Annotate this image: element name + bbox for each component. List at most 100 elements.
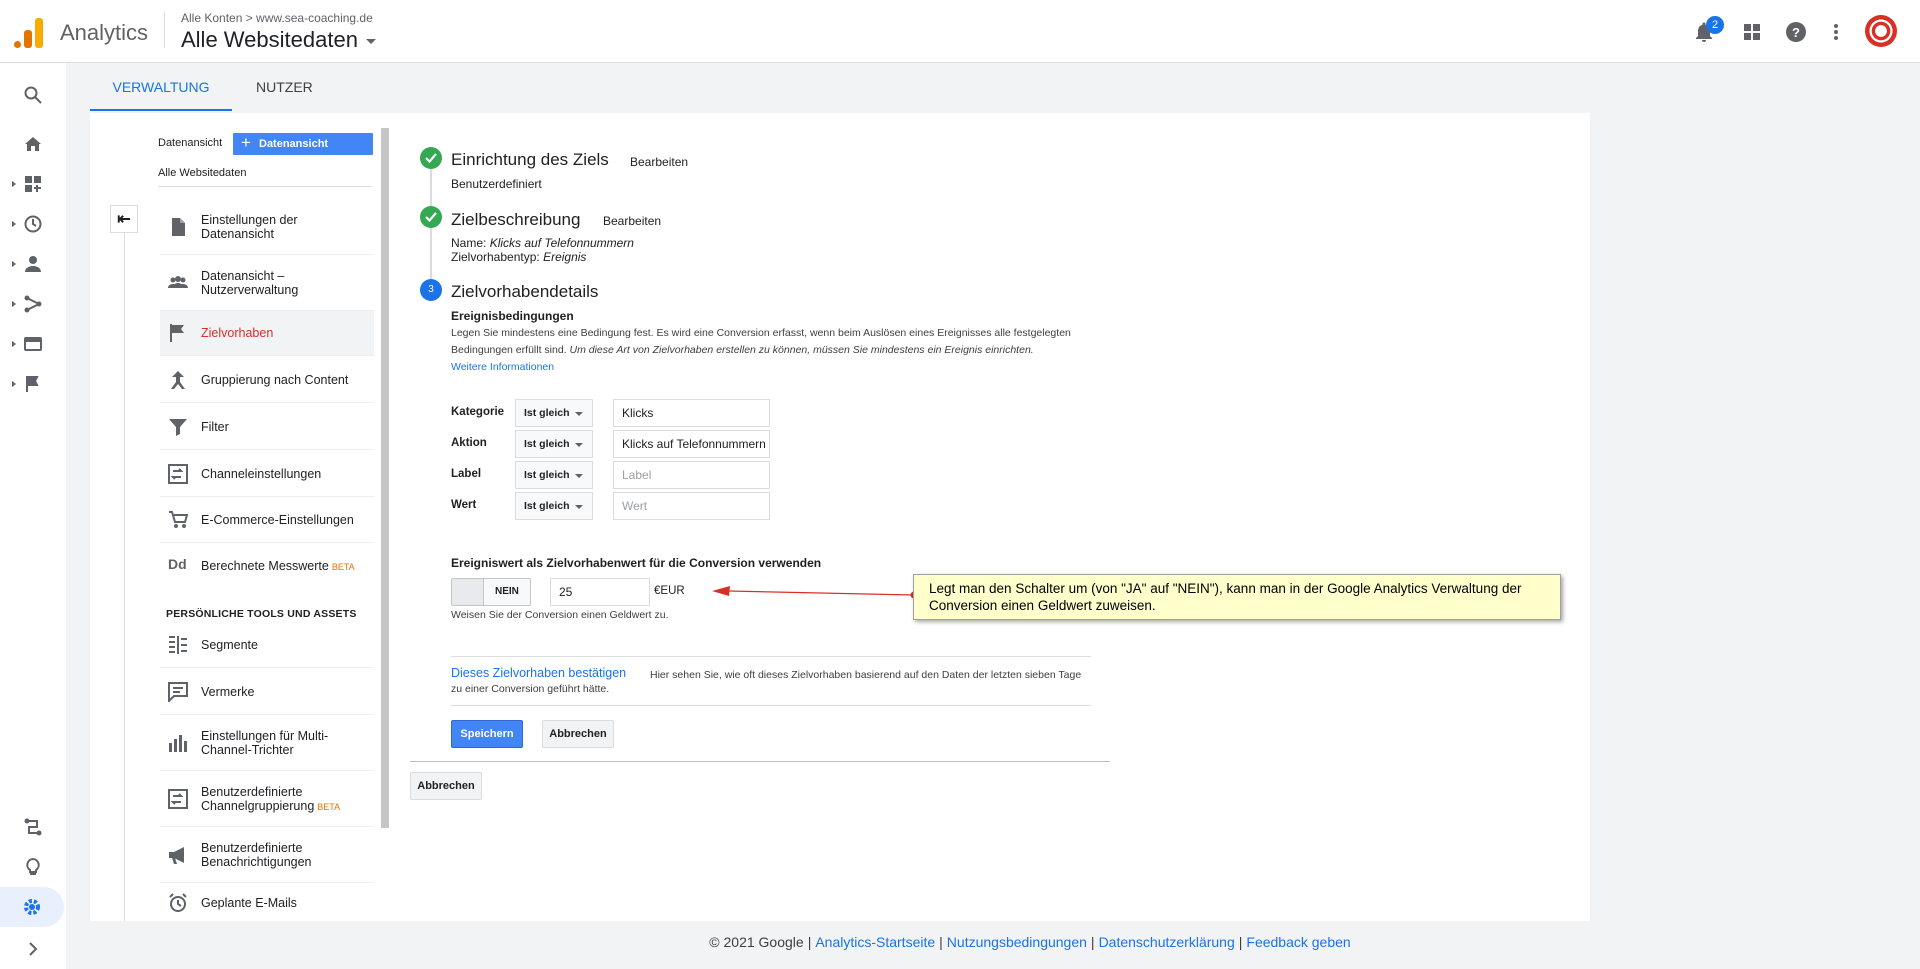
expand-caret-icon — [12, 341, 16, 347]
nav-item-label: Geplante E-Mails — [201, 896, 297, 910]
view-selector[interactable]: Alle Websitedaten — [158, 167, 246, 179]
apps-grid-icon[interactable] — [1738, 18, 1766, 46]
tab-nutzer[interactable]: NUTZER — [256, 64, 313, 111]
event-value-toggle[interactable]: NEIN — [451, 578, 531, 606]
nav-item-label: E-Commerce-Einstellungen — [201, 513, 354, 527]
nav-item-custom-channel-grouping[interactable]: Benutzerdefinierte Channelgruppierung BET… — [160, 771, 374, 827]
rail-admin[interactable] — [0, 887, 64, 927]
nav-item-label: Channeleinstellungen — [201, 467, 322, 481]
more-info-link[interactable]: Weitere Informationen — [451, 361, 554, 373]
label-input[interactable]: Label — [613, 461, 770, 489]
app-name[interactable]: Analytics — [60, 20, 148, 46]
step-goal-details-title: Zielvorhabendetails — [451, 282, 599, 301]
nav-item-label: Datenansicht – Nutzerverwaltung — [201, 269, 299, 297]
nav-item-label: Filter — [201, 420, 229, 434]
analytics-home-link[interactable]: Analytics-Startseite — [815, 934, 935, 950]
dashboard-icon — [25, 176, 41, 192]
rail-acquisition[interactable] — [0, 284, 66, 324]
nav-item-view-settings[interactable]: Einstellungen der Datenansicht — [160, 199, 374, 255]
beta-badge: BETA — [331, 562, 355, 572]
property-selector[interactable]: Alle Websitedaten — [181, 27, 376, 53]
nav-item-view-user-management[interactable]: Datenansicht – Nutzerverwaltung — [160, 255, 374, 311]
segments-icon — [169, 636, 187, 654]
nav-item-scheduled-emails[interactable]: Geplante E-Mails — [160, 883, 374, 921]
footer: © 2021 Google | Analytics-Startseite | Nutzu… — [709, 934, 1351, 950]
rail-discover[interactable] — [0, 847, 66, 887]
tab-verwaltung[interactable]: VERWALTUNG — [90, 64, 232, 111]
acquisition-icon — [24, 295, 42, 313]
rail-realtime[interactable] — [0, 204, 66, 244]
save-button[interactable]: Speichern — [451, 720, 523, 748]
custom-channel-icon — [168, 789, 188, 809]
top-app-bar: Analytics Alle Konten > www.sea-coaching… — [0, 0, 1920, 63]
more-vert-icon[interactable] — [1822, 18, 1850, 46]
condition-row-value: Wert Ist gleich Wert — [451, 492, 771, 520]
rail-audience[interactable] — [0, 244, 66, 284]
nav-item-label: Einstellungen für Multi-Channel-Trichter — [201, 729, 329, 757]
back-arrow-icon[interactable]: ⇤ — [110, 205, 138, 233]
nav-item-custom-alerts[interactable]: Benutzerdefinierte Benachrichtigungen — [160, 827, 374, 883]
rail-behavior[interactable] — [0, 324, 66, 364]
category-input[interactable]: Klicks — [613, 399, 770, 427]
nav-item-label: Berechnete Messwerte BETA — [201, 559, 355, 573]
account-avatar[interactable] — [1865, 15, 1897, 47]
goal-type: Zielvorhabentyp: Ereignis — [451, 250, 587, 264]
annotations-icon — [168, 682, 188, 702]
breadcrumb[interactable]: Alle Konten > www.sea-coaching.de — [181, 11, 373, 25]
edit-goal-description-link[interactable]: Bearbeiten — [603, 214, 661, 228]
rail-home[interactable] — [0, 124, 66, 164]
action-input[interactable]: Klicks auf Telefonnummern — [613, 430, 770, 458]
nav-item-goals[interactable]: Zielvorhaben — [160, 311, 374, 356]
nav-scrollbar[interactable] — [381, 128, 389, 828]
nav-item-segments[interactable]: Segmente — [160, 622, 374, 668]
channel-icon — [168, 464, 188, 484]
analytics-logo[interactable] — [14, 16, 44, 48]
home-icon — [25, 137, 41, 151]
operator-dropdown[interactable]: Ist gleich — [515, 430, 593, 458]
nav-item-multichannel[interactable]: Einstellungen für Multi-Channel-Trichter — [160, 715, 374, 771]
nav-item-channel-settings[interactable]: Channeleinstellungen — [160, 450, 374, 497]
edit-goal-setup-link[interactable]: Bearbeiten — [630, 155, 688, 169]
rail-customization[interactable] — [0, 164, 66, 204]
notification-badge: 2 — [1706, 16, 1724, 34]
grouping-icon — [171, 371, 185, 389]
left-rail — [0, 63, 66, 969]
operator-dropdown[interactable]: Ist gleich — [515, 461, 593, 489]
nav-item-calculated-metrics[interactable]: Dd Berechnete Messwerte BETA — [160, 543, 374, 589]
verify-goal-link[interactable]: Dieses Zielvorhaben bestätigen — [451, 666, 626, 680]
goal-setup-value: Benutzerdefiniert — [451, 177, 542, 191]
beta-badge: BETA — [317, 802, 341, 812]
step-number-badge: 3 — [420, 279, 442, 301]
goal-value-input[interactable]: 25 — [550, 578, 650, 606]
terms-link[interactable]: Nutzungsbedingungen — [947, 934, 1087, 950]
create-view-button[interactable]: Datenansicht erstellen — [233, 132, 373, 172]
rail-search[interactable] — [0, 75, 66, 115]
privacy-link[interactable]: Datenschutzerklärung — [1099, 934, 1235, 950]
nav-item-ecommerce[interactable]: E-Commerce-Einstellungen — [160, 497, 374, 543]
feedback-link[interactable]: Feedback geben — [1246, 934, 1350, 950]
nav-item-annotations[interactable]: Vermerke — [160, 668, 374, 715]
value-input-condition[interactable]: Wert — [613, 492, 770, 520]
view-label: Datenansicht — [158, 137, 223, 149]
goal-name: Name: Klicks auf Telefonnummern — [451, 236, 634, 250]
annotation-arrow — [712, 586, 918, 599]
help-icon[interactable]: ? — [1782, 18, 1810, 46]
bar-chart-icon — [169, 735, 187, 752]
flag-icon — [26, 376, 39, 392]
rail-conversions[interactable] — [0, 364, 66, 404]
expand-caret-icon — [12, 381, 16, 387]
cancel-goal-button[interactable]: Abbrechen — [410, 772, 482, 800]
operator-dropdown[interactable]: Ist gleich — [515, 492, 593, 520]
nav-item-label: Benutzerdefinierte Benachrichtigungen — [201, 841, 312, 869]
cancel-button[interactable]: Abbrechen — [542, 720, 614, 748]
operator-dropdown[interactable]: Ist gleich — [515, 399, 593, 427]
divider — [158, 186, 372, 187]
rail-attribution[interactable] — [0, 807, 66, 847]
nav-item-filter[interactable]: Filter — [160, 403, 374, 450]
admin-tabs: VERWALTUNG NUTZER — [90, 64, 1590, 111]
filter-icon — [169, 419, 187, 436]
nav-item-content-grouping[interactable]: Gruppierung nach Content — [160, 356, 374, 403]
expand-caret-icon — [12, 221, 16, 227]
nav-item-label: Einstellungen der Datenansicht — [201, 213, 298, 241]
back-line — [124, 218, 125, 921]
